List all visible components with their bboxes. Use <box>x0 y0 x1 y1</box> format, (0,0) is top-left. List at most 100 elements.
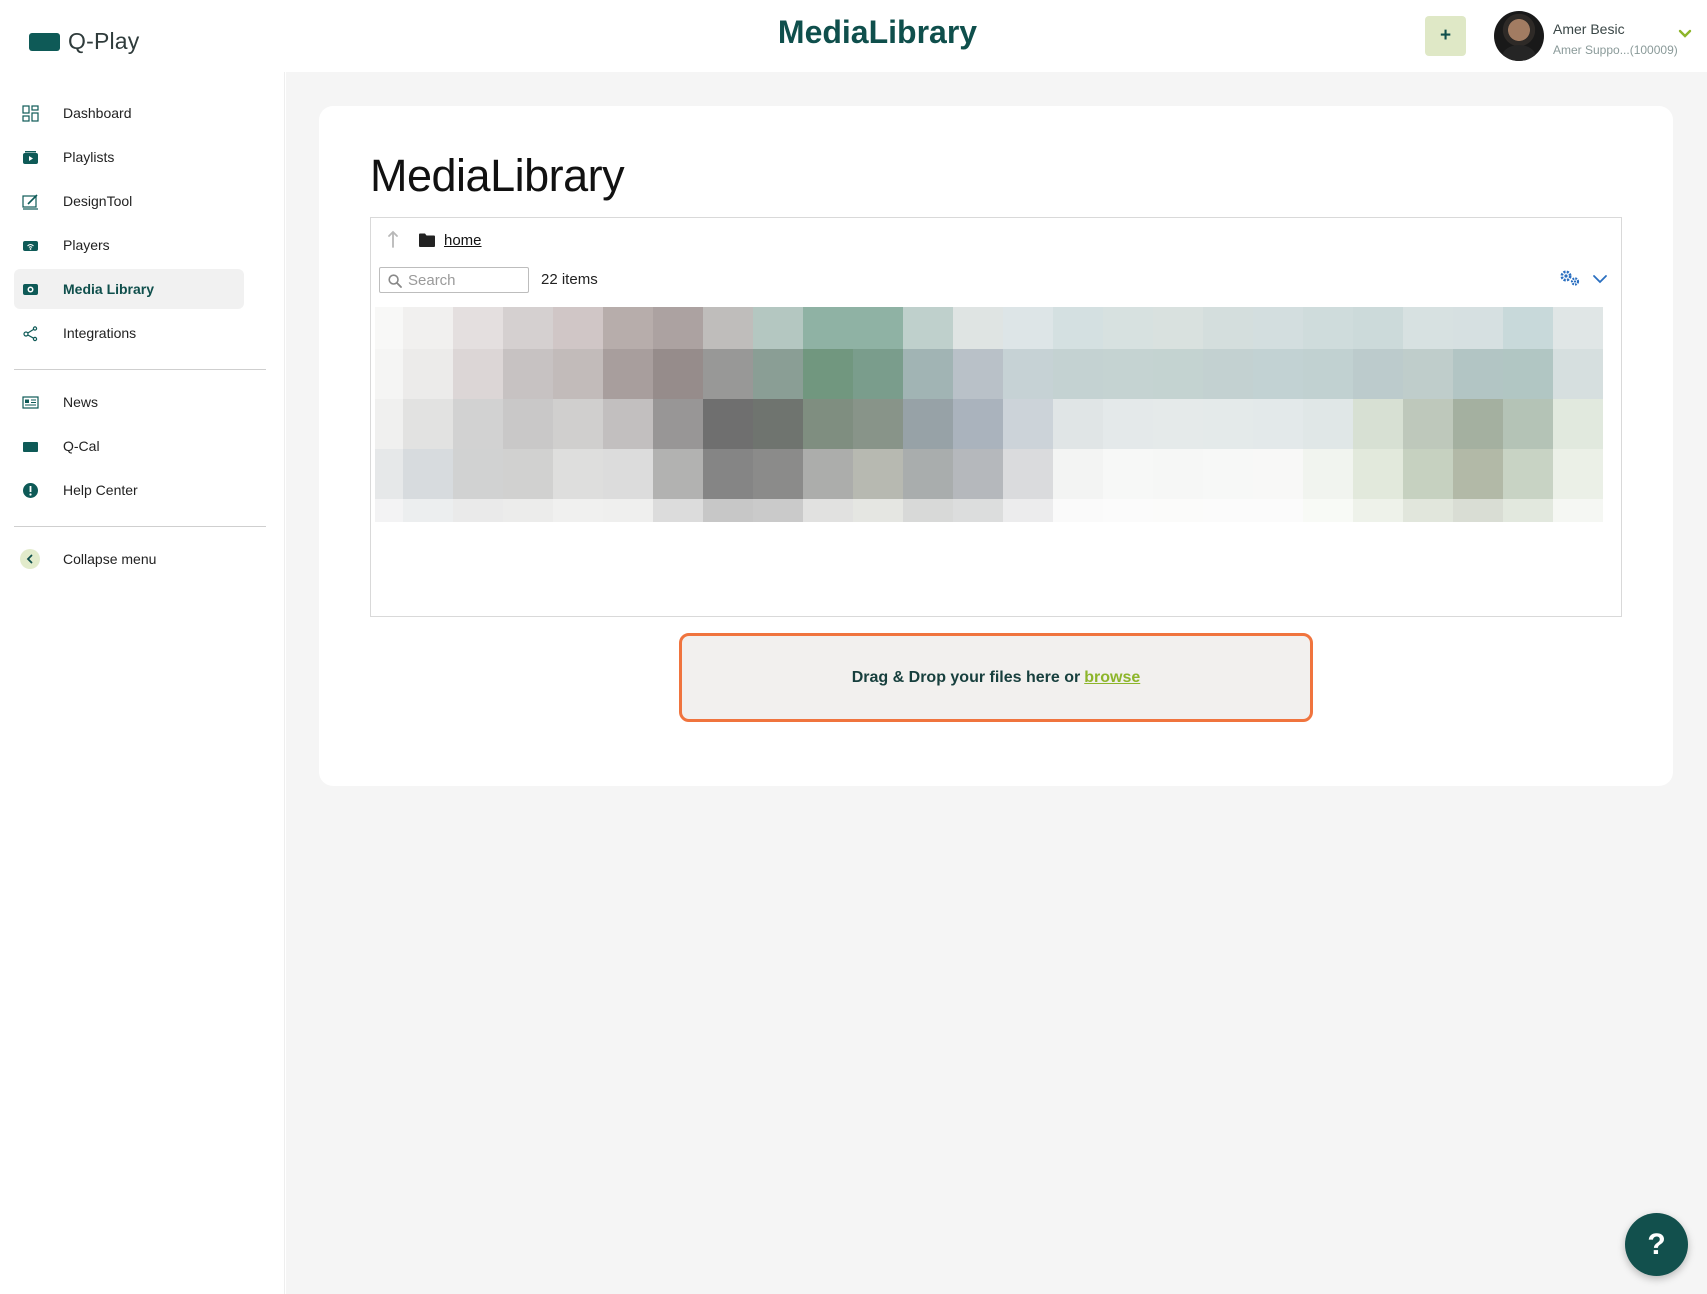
thumbnail-tile <box>1353 399 1403 449</box>
thumbnail-tile <box>1453 499 1503 522</box>
sidebar-item-playlists[interactable]: Playlists <box>14 137 244 177</box>
chevron-down-icon[interactable] <box>1677 26 1693 42</box>
sidebar-divider <box>14 369 266 370</box>
thumbnail-tile <box>453 499 503 522</box>
folder-icon <box>419 233 435 247</box>
sidebar-item-label: Integrations <box>63 325 137 341</box>
thumbnail-tile <box>1453 399 1503 449</box>
sidebar-item-label: Players <box>63 237 110 253</box>
thumbnail-tile <box>375 307 403 349</box>
sidebar-item-label: Help Center <box>63 482 138 498</box>
thumbnail-tile <box>403 449 453 499</box>
thumbnail-tile <box>953 399 1003 449</box>
thumbnail-tile <box>603 499 653 522</box>
thumbnail-tile <box>1203 499 1253 522</box>
thumbnail-tile <box>653 307 703 349</box>
thumbnail-tile <box>803 307 853 349</box>
thumbnail-tile <box>1303 499 1353 522</box>
thumbnail-tile <box>1503 349 1553 399</box>
sidebar-divider <box>14 526 266 527</box>
sidebar-item-dashboard[interactable]: Dashboard <box>14 93 244 133</box>
sidebar-item-label: News <box>63 394 99 410</box>
user-name[interactable]: Amer Besic <box>1553 21 1625 37</box>
thumbnail-tile <box>1503 499 1553 522</box>
sidebar-item-integrations[interactable]: Integrations <box>14 313 244 353</box>
thumbnail-tile <box>553 399 603 449</box>
thumbnail-tile <box>1153 499 1203 522</box>
thumbnail-tile <box>1103 349 1153 399</box>
sidebar-item-help-center[interactable]: Help Center <box>14 470 244 510</box>
thumbnail-tile <box>653 399 703 449</box>
thumbnail-tile <box>553 307 603 349</box>
thumbnail-tile <box>953 449 1003 499</box>
thumbnail-tile <box>1253 349 1303 399</box>
thumbnail-tile <box>1153 349 1203 399</box>
thumbnail-tile <box>1303 349 1353 399</box>
playlist-icon <box>23 150 38 164</box>
thumbnail-tile <box>1153 307 1203 349</box>
thumbnail-tile <box>853 349 903 399</box>
sidebar: Dashboard Playlists DesignTool Players M… <box>0 72 285 1294</box>
upload-dropzone[interactable]: Drag & Drop your files here or browse <box>679 633 1313 722</box>
thumbnail-tile <box>1453 307 1503 349</box>
thumbnail-tile <box>603 307 653 349</box>
thumbnail-tile <box>703 349 753 399</box>
media-thumbnail-grid[interactable] <box>375 307 1604 522</box>
sidebar-item-label: DesignTool <box>63 193 133 209</box>
thumbnail-tile <box>603 399 653 449</box>
search-input[interactable] <box>408 270 526 290</box>
thumbnail-tile <box>1353 499 1403 522</box>
avatar[interactable] <box>1494 11 1544 61</box>
sidebar-item-q-cal[interactable]: Q-Cal <box>14 426 244 466</box>
thumbnail-tile <box>803 349 853 399</box>
sidebar-item-media-library[interactable]: Media Library <box>14 269 244 309</box>
thumbnail-tile <box>1153 449 1203 499</box>
thumbnail-tile <box>653 499 703 522</box>
thumbnail-tile <box>1353 449 1403 499</box>
thumbnail-tile <box>953 307 1003 349</box>
sidebar-item-news[interactable]: News <box>14 382 244 422</box>
thumbnail-tile <box>1053 399 1103 449</box>
thumbnail-tile <box>1253 399 1303 449</box>
page-title: MediaLibrary <box>370 150 625 201</box>
chevron-left-icon <box>20 549 40 569</box>
thumbnail-tile <box>1103 499 1153 522</box>
thumbnail-tile <box>1503 399 1553 449</box>
browse-link[interactable]: browse <box>1084 669 1140 687</box>
thumbnail-tile <box>403 307 453 349</box>
collapse-menu-label: Collapse menu <box>63 551 157 567</box>
arrow-up-icon[interactable] <box>386 230 400 248</box>
search-field[interactable] <box>379 267 529 293</box>
thumbnail-tile <box>653 349 703 399</box>
sidebar-item-designtool[interactable]: DesignTool <box>14 181 244 221</box>
thumbnail-tile <box>1003 349 1053 399</box>
thumbnail-tile <box>403 399 453 449</box>
thumbnail-tile <box>1303 399 1353 449</box>
player-icon <box>23 240 38 251</box>
add-button[interactable]: + <box>1425 16 1466 56</box>
thumbnail-tile <box>403 349 453 399</box>
thumbnail-tile <box>853 449 903 499</box>
thumbnail-tile <box>503 349 553 399</box>
thumbnail-tile <box>1503 307 1553 349</box>
thumbnail-tile <box>453 307 503 349</box>
thumbnail-tile <box>853 307 903 349</box>
sidebar-item-label: Playlists <box>63 149 115 165</box>
thumbnail-tile <box>853 399 903 449</box>
settings-gears-icon[interactable] <box>1559 269 1581 287</box>
thumbnail-tile <box>1153 399 1203 449</box>
thumbnail-tile <box>375 349 403 399</box>
thumbnail-tile <box>903 449 953 499</box>
breadcrumb-home[interactable]: home <box>444 232 482 249</box>
thumbnail-tile <box>553 499 603 522</box>
chevron-down-icon[interactable] <box>1592 271 1608 287</box>
thumbnail-tile <box>1553 499 1603 522</box>
thumbnail-tile <box>903 399 953 449</box>
thumbnail-tile <box>803 499 853 522</box>
help-button[interactable]: ? <box>1625 1213 1688 1276</box>
collapse-menu-button[interactable]: Collapse menu <box>14 539 244 579</box>
thumbnail-tile <box>803 399 853 449</box>
sidebar-item-players[interactable]: Players <box>14 225 244 265</box>
thumbnail-tile <box>1203 449 1253 499</box>
sidebar-item-label: Dashboard <box>63 105 132 121</box>
